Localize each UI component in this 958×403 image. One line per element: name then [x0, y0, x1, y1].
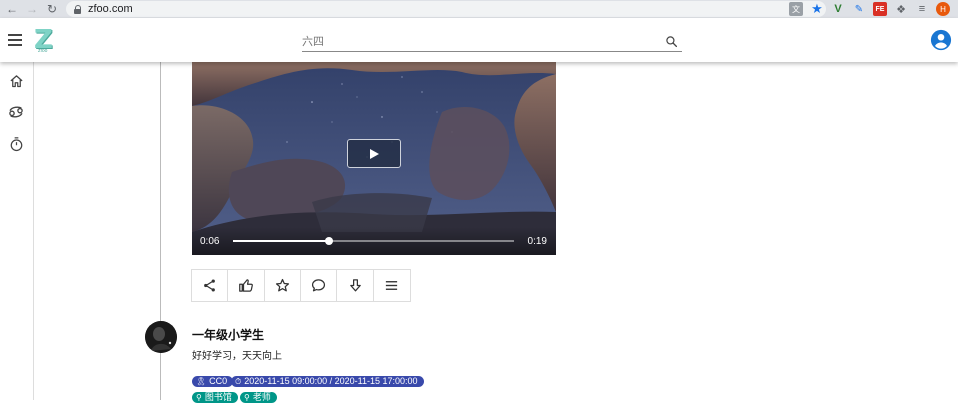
current-time: 0:06 [200, 236, 220, 247]
share-button[interactable] [192, 270, 229, 301]
bookmark-star-icon[interactable]: ★ [810, 1, 824, 16]
search-bar [302, 32, 682, 52]
comment-button[interactable] [301, 270, 338, 301]
action-bar [191, 269, 411, 302]
address-url: zfoo.com [88, 3, 133, 15]
avatar[interactable] [145, 321, 177, 353]
reload-icon[interactable]: ↻ [42, 0, 62, 18]
extensions-puzzle-icon[interactable]: ❖ [894, 2, 908, 16]
forward-icon[interactable]: → [22, 0, 42, 18]
duration-time: 0:19 [527, 236, 547, 247]
date-range-chip[interactable]: ⏱ 2020-11-15 09:00:00 / 2020-11-15 17:00… [231, 376, 424, 387]
avatar-image [145, 321, 177, 353]
hamburger-menu-icon[interactable] [8, 34, 22, 46]
play-icon [370, 148, 379, 159]
license-chip[interactable]: 🎗 CC0 [192, 376, 234, 387]
profile-avatar-icon[interactable]: H [936, 2, 950, 16]
cancer-zodiac-icon[interactable] [8, 104, 24, 120]
location-icon: ⚲ [196, 393, 202, 402]
role-icon: ⚲ [244, 393, 250, 402]
more-menu-button[interactable] [374, 270, 410, 301]
account-circle-icon[interactable] [930, 29, 952, 51]
address-bar[interactable]: zfoo.com [66, 1, 826, 17]
dictionary-icon[interactable]: ✎ [852, 2, 866, 16]
author-motto: 好好学习，天天向上 [192, 351, 282, 362]
video-controls: 0:06 0:19 [192, 227, 556, 255]
app-header: Z zfoo [0, 18, 958, 62]
download-icon [349, 279, 361, 292]
license-icon: 🎗 [196, 377, 207, 386]
seek-thumb[interactable] [324, 237, 333, 245]
reading-list-icon[interactable]: ≡ [915, 2, 929, 16]
seek-bar[interactable] [233, 237, 514, 245]
comment-icon [312, 279, 326, 292]
search-input[interactable] [302, 35, 652, 48]
video-player[interactable]: 0:06 0:19 [192, 62, 556, 255]
vue-devtools-icon[interactable]: V [831, 2, 845, 16]
left-nav-rail [0, 62, 34, 400]
thumb-up-icon [239, 279, 253, 292]
role-chip[interactable]: ⚲ 老师 [240, 392, 277, 403]
timer-icon[interactable] [8, 136, 24, 152]
author-name[interactable]: 一年级小学生 [192, 326, 264, 343]
back-icon[interactable]: ← [2, 0, 22, 18]
home-icon[interactable] [8, 73, 24, 89]
play-button[interactable] [347, 139, 401, 168]
location-chip[interactable]: ⚲ 图书馆 [192, 392, 238, 403]
translate-icon[interactable]: 文 [789, 2, 803, 16]
lock-icon [74, 5, 82, 14]
date-range-icon: ⏱ [235, 377, 242, 386]
menu-icon [386, 281, 398, 290]
share-icon [204, 279, 216, 292]
like-button[interactable] [228, 270, 265, 301]
star-icon [275, 278, 289, 292]
download-button[interactable] [337, 270, 374, 301]
search-icon[interactable] [665, 35, 678, 48]
site-logo[interactable]: Z zfoo [34, 27, 56, 54]
seek-progress [233, 240, 329, 242]
browser-toolbar: ← → ↻ zfoo.com 文 ★ V ✎ FE ❖ ≡ H [0, 0, 958, 18]
favorite-button[interactable] [265, 270, 302, 301]
fehelper-icon[interactable]: FE [873, 2, 887, 16]
